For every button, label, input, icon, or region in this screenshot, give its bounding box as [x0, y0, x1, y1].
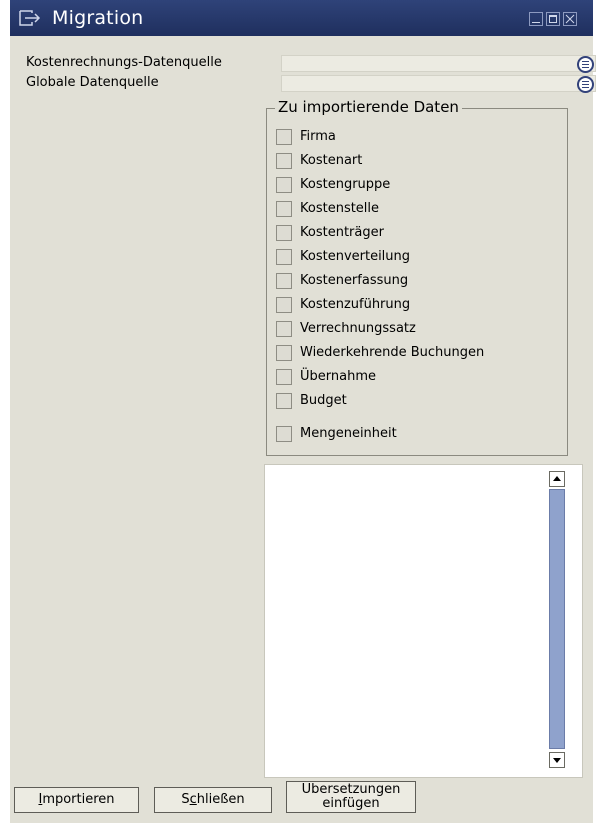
cost-accounting-source-input[interactable]: [281, 55, 596, 72]
checkbox[interactable]: [276, 426, 292, 442]
field-label: Globale Datenquelle: [26, 75, 159, 90]
checkbox[interactable]: [276, 129, 292, 145]
checkbox-label: Kostenart: [300, 153, 363, 168]
close-icon: [565, 14, 575, 24]
checkbox[interactable]: [276, 345, 292, 361]
maximize-button[interactable]: [546, 12, 560, 26]
list-button-icon[interactable]: [577, 76, 594, 93]
checkbox-label: Mengeneinheit: [300, 426, 397, 441]
maximize-icon: [549, 15, 557, 23]
checkbox[interactable]: [276, 321, 292, 337]
checkbox[interactable]: [276, 225, 292, 241]
translations-label-line2: einfügen: [322, 796, 380, 811]
checkbox[interactable]: [276, 201, 292, 217]
close-label-rest: hließen: [196, 792, 245, 807]
close-mnemonic: c: [189, 792, 197, 807]
checkbox[interactable]: [276, 273, 292, 289]
scroll-down-button[interactable]: [549, 752, 565, 768]
close-label-start: S: [181, 792, 190, 807]
checkbox-label: Übernahme: [300, 369, 376, 384]
migration-window: Migration Kostenrechnungs-Datenquelle Gl…: [10, 0, 596, 823]
checkbox-label: Verrechnungssatz: [300, 321, 416, 336]
window-title: Migration: [52, 7, 144, 29]
window-title-icon: [19, 10, 41, 26]
insert-translations-button[interactable]: Übersetzungen einfügen: [286, 781, 416, 813]
checkbox-label: Budget: [300, 393, 347, 408]
minimize-button[interactable]: [529, 12, 543, 26]
checkbox[interactable]: [276, 393, 292, 409]
checkbox-label: Kostenerfassung: [300, 273, 409, 288]
title-bar[interactable]: Migration: [10, 0, 593, 36]
checkbox[interactable]: [276, 249, 292, 265]
checkbox-label: Kostengruppe: [300, 177, 391, 192]
checkbox[interactable]: [276, 153, 292, 169]
checkbox-label: Kostenstelle: [300, 201, 380, 216]
checkbox-label: Kostenzuführung: [300, 297, 411, 312]
group-title: Zu importierende Daten: [275, 98, 462, 116]
checkbox-label: Wiederkehrende Buchungen: [300, 345, 485, 360]
checkbox-label: Kostenverteilung: [300, 249, 411, 264]
scroll-up-button[interactable]: [549, 471, 565, 487]
checkbox[interactable]: [276, 177, 292, 193]
checkbox-label: Firma: [300, 129, 336, 144]
minimize-icon: [532, 22, 540, 23]
import-label: mportieren: [42, 792, 115, 807]
import-data-group: Zu importierende Daten Firma Kostenart K…: [266, 98, 568, 456]
translations-label-line1: Übersetzungen: [301, 782, 401, 797]
checkbox[interactable]: [276, 369, 292, 385]
close-button[interactable]: [563, 12, 577, 26]
arrow-down-icon: [553, 758, 561, 763]
global-source-input[interactable]: [281, 75, 596, 92]
list-button-icon[interactable]: [577, 56, 594, 73]
log-textarea[interactable]: [264, 464, 583, 778]
arrow-up-icon: [553, 476, 561, 481]
checkbox-label: Kostenträger: [300, 225, 384, 240]
scrollbar-track[interactable]: [549, 489, 565, 749]
checkbox[interactable]: [276, 297, 292, 313]
import-button[interactable]: Importieren: [14, 787, 139, 813]
field-label: Kostenrechnungs-Datenquelle: [26, 55, 222, 70]
close-dialog-button[interactable]: Schließen: [154, 787, 272, 813]
